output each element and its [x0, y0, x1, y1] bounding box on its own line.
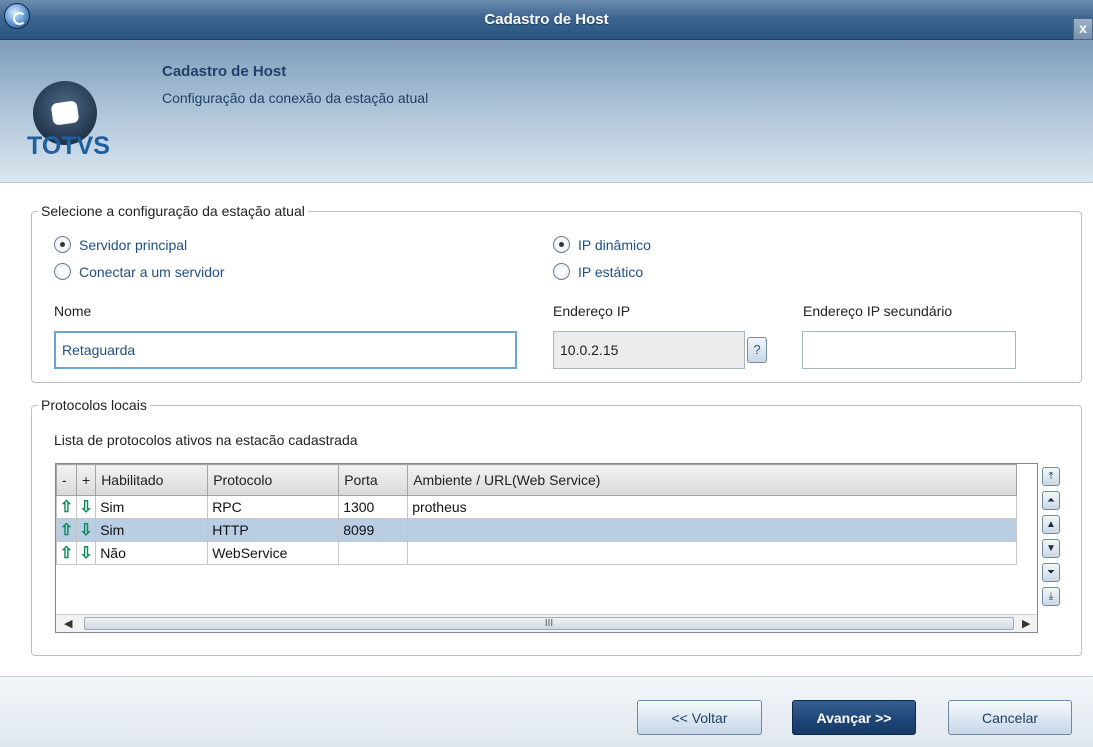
cell-porta [338, 541, 409, 565]
scroll-left-icon[interactable]: ◀ [64, 617, 72, 630]
page-down-icon[interactable]: ⏷ [1042, 563, 1060, 582]
radio-label: IP estático [578, 263, 644, 280]
title-bar: Cadastro de Host x [0, 0, 1093, 40]
column-header-remove[interactable]: - [56, 464, 77, 496]
endereco-ip-input[interactable] [553, 331, 745, 369]
protocols-caption: Lista de protocolos ativos na estacão ca… [54, 432, 358, 448]
endereco-ip-secundario-input[interactable] [802, 331, 1016, 369]
move-up-icon[interactable]: ⇧ [56, 518, 77, 542]
scroll-right-icon[interactable]: ▶ [1022, 617, 1030, 630]
radio-servidor-principal[interactable]: Servidor principal [54, 236, 187, 253]
header-banner: TOTVS Cadastro de Host Configuração da c… [0, 40, 1093, 183]
radio-label: IP dinâmico [578, 236, 651, 253]
radio-icon [553, 236, 570, 253]
move-down-icon[interactable]: ⇩ [75, 518, 97, 542]
table-header-row: - + Habilitado Protocolo Porta Ambiente … [56, 464, 1018, 496]
radio-ip-estatico[interactable]: IP estático [553, 263, 643, 280]
cancel-button[interactable]: Cancelar [948, 700, 1072, 735]
cell-protocolo: WebService [207, 541, 340, 565]
header-subtitle: Configuração da conexão da estação atual [162, 90, 429, 106]
back-button[interactable]: << Voltar [637, 700, 762, 735]
close-button[interactable]: x [1073, 18, 1093, 40]
endereco-ip-secundario-label: Endereço IP secundário [803, 303, 953, 319]
endereco-ip-label: Endereço IP [553, 303, 631, 319]
cell-porta: 1300 [338, 495, 409, 519]
protocols-group-legend: Protocolos locais [38, 397, 150, 413]
cell-habilitado: Não [95, 541, 209, 565]
cell-ambiente: protheus [407, 495, 1018, 519]
page-up-icon[interactable]: ⏶ [1042, 491, 1060, 510]
row-down-icon[interactable]: ▼ [1042, 539, 1060, 558]
cell-habilitado: Sim [95, 518, 209, 542]
header-title: Cadastro de Host [162, 63, 287, 80]
cell-ambiente [407, 518, 1018, 542]
last-row-icon[interactable]: ⤓ [1042, 587, 1060, 606]
logo-text: TOTVS [27, 132, 110, 160]
radio-label: Conectar a um servidor [79, 263, 225, 280]
footer-bar: << Voltar Avançar >> Cancelar [0, 676, 1093, 747]
column-header-porta[interactable]: Porta [338, 464, 409, 496]
window-title: Cadastro de Host [484, 11, 609, 28]
column-header-protocolo[interactable]: Protocolo [207, 464, 340, 496]
table-row[interactable]: ⇧ ⇩ Não WebService [56, 541, 1018, 565]
nome-label: Nome [54, 303, 92, 319]
scroll-thumb[interactable]: III [84, 617, 1014, 630]
move-down-icon[interactable]: ⇩ [75, 495, 97, 519]
radio-ip-dinamico[interactable]: IP dinâmico [553, 236, 651, 253]
protocols-grid: - + Habilitado Protocolo Porta Ambiente … [55, 463, 1038, 633]
cell-protocolo: RPC [207, 495, 340, 519]
column-header-add[interactable]: + [75, 464, 97, 496]
horizontal-scrollbar[interactable]: ◀ III ▶ [56, 614, 1037, 632]
nome-input[interactable] [54, 331, 517, 369]
protocols-table: - + Habilitado Protocolo Porta Ambiente … [56, 464, 1018, 565]
row-up-icon[interactable]: ▲ [1042, 515, 1060, 534]
first-row-icon[interactable]: ⤒ [1042, 467, 1060, 486]
radio-conectar-servidor[interactable]: Conectar a um servidor [54, 263, 225, 280]
radio-icon [54, 263, 71, 280]
move-up-icon[interactable]: ⇧ [56, 541, 77, 565]
table-row[interactable]: ⇧ ⇩ Sim HTTP 8099 [56, 518, 1018, 542]
cell-protocolo: HTTP [207, 518, 340, 542]
help-button[interactable]: ? [747, 337, 767, 363]
cell-ambiente [407, 541, 1018, 565]
table-row[interactable]: ⇧ ⇩ Sim RPC 1300 protheus [56, 495, 1018, 519]
radio-label: Servidor principal [79, 236, 188, 253]
move-down-icon[interactable]: ⇩ [75, 541, 97, 565]
radio-icon [553, 263, 570, 280]
config-group-legend: Selecione a configuração da estação atua… [38, 203, 308, 219]
radio-icon [54, 236, 71, 253]
next-button[interactable]: Avançar >> [792, 700, 916, 735]
cell-habilitado: Sim [95, 495, 209, 519]
cell-porta: 8099 [338, 518, 409, 542]
column-header-ambiente[interactable]: Ambiente / URL(Web Service) [407, 464, 1018, 496]
move-up-icon[interactable]: ⇧ [56, 495, 77, 519]
column-header-habilitado[interactable]: Habilitado [95, 464, 209, 496]
row-navigation: ⤒ ⏶ ▲ ▼ ⏷ ⤓ [1042, 467, 1062, 611]
